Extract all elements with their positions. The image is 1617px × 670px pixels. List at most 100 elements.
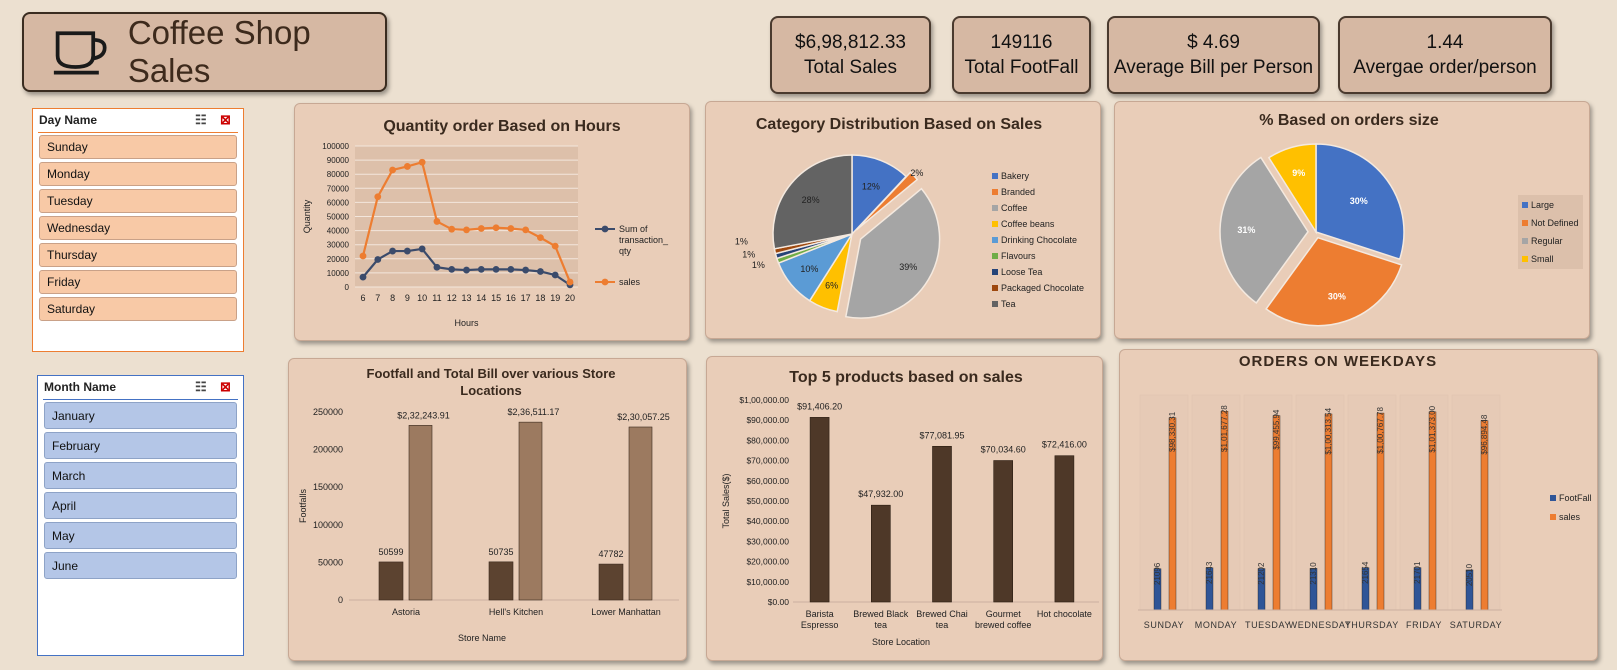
data-point [507, 225, 515, 232]
data-label: $91,406.20 [797, 401, 842, 411]
legend-swatch [992, 237, 998, 243]
legend-swatch [1522, 220, 1528, 226]
data-label: $99,455.94 [1272, 409, 1281, 450]
x-tick-label: 12 [447, 293, 457, 303]
slicer-item-january[interactable]: January [44, 402, 237, 429]
y-tick-label: 30000 [327, 241, 350, 250]
data-label: $1,00,767.78 [1376, 407, 1385, 454]
clear-filter-icon[interactable]: ⊠ [220, 379, 231, 395]
y-tick-label: $30,000.00 [746, 536, 789, 546]
clear-filter-icon[interactable]: ⊠ [220, 112, 231, 128]
x-tick-label: SUNDAY [1144, 620, 1184, 630]
x-tick-label: 14 [476, 293, 486, 303]
x-axis-label: Store Location [872, 637, 930, 647]
slicer-item-saturday[interactable]: Saturday [39, 297, 237, 321]
slicer-item-wednesday[interactable]: Wednesday [39, 216, 237, 240]
slicer-item-may[interactable]: May [44, 522, 237, 549]
legend-label: Drinking Chocolate [1001, 235, 1077, 245]
legend-swatch [1522, 256, 1528, 262]
data-label: 21701 [1413, 561, 1422, 584]
x-tick-label: Barista [806, 609, 834, 619]
slice-label: 10% [800, 264, 818, 274]
x-tick-label: 10 [417, 293, 427, 303]
y-tick-label: 100000 [313, 520, 343, 530]
slicer-item-april[interactable]: April [44, 492, 237, 519]
slice-label: 1% [735, 237, 748, 247]
slicer-item-tuesday[interactable]: Tuesday [39, 189, 237, 213]
y-axis-label: Quantity [302, 199, 312, 233]
x-tick-label: 9 [405, 293, 410, 303]
slicer-item-march[interactable]: March [44, 462, 237, 489]
stores-bar-chart: Footfall and Total Bill over various Sto… [298, 366, 679, 643]
y-tick-label: 80000 [327, 170, 350, 179]
data-label: 47782 [598, 549, 623, 559]
x-tick-label: 20 [565, 293, 575, 303]
y-tick-label: $0.00 [768, 597, 790, 607]
legend-label: Loose Tea [1001, 267, 1042, 277]
x-tick-label: WEDNESDAY [1289, 620, 1352, 630]
y-tick-label: 100000 [322, 142, 349, 151]
bar [809, 417, 830, 603]
data-point [463, 226, 470, 234]
data-point [374, 256, 382, 263]
x-tick-label: 7 [375, 293, 380, 303]
legend-swatch [992, 189, 998, 195]
legend-label: Small [1531, 254, 1554, 264]
x-tick-label: 18 [535, 293, 545, 303]
slicer-item-february[interactable]: February [44, 432, 237, 459]
y-tick-label: $50,000.00 [746, 496, 789, 506]
category-pie-chart: Category Distribution Based on Sales 12% 2… [735, 116, 1084, 319]
x-tick-label: Hell's Kitchen [489, 607, 543, 617]
slicer-item-june[interactable]: June [44, 552, 237, 579]
y-tick-label: $90,000.00 [746, 415, 789, 425]
data-label: $1,00,313.54 [1324, 407, 1333, 454]
data-label: $47,932.00 [858, 489, 903, 499]
x-tick-label: THURSDAY [1345, 620, 1399, 630]
legend-swatch [1522, 238, 1528, 244]
slicer-item-sunday[interactable]: Sunday [39, 135, 237, 159]
legend-label: FootFall [1559, 493, 1592, 503]
legend-label: sales [1559, 512, 1581, 522]
bar [628, 426, 653, 601]
chart-title: Footfall and Total Bill over various Sto… [367, 366, 616, 381]
data-point [522, 266, 530, 274]
data-point [507, 265, 515, 273]
y-tick-label: $60,000.00 [746, 476, 789, 486]
kpi-value: $6,98,812.33 [795, 32, 906, 53]
page-title: Coffee Shop Sales [127, 14, 311, 89]
bar [378, 561, 404, 601]
kpi-value: 1.44 [1426, 32, 1464, 53]
y-tick-label: $10,000.00 [746, 577, 789, 587]
x-tick-label: Brewed Black [853, 609, 909, 619]
products-bar-chart: Top 5 products based on sales $0.00 $10,00… [721, 369, 1099, 647]
slice-label: 1% [742, 250, 755, 260]
y-tick-label: 50000 [318, 557, 343, 567]
y-tick-label: 0 [345, 283, 350, 292]
data-label: 21310 [1309, 562, 1318, 585]
legend-label: Sum of [619, 224, 648, 234]
y-tick-label: 10000 [327, 269, 350, 278]
slicer-divider [38, 132, 238, 133]
slice-label: 2% [910, 168, 923, 178]
legend-label: Packaged Chocolate [1001, 283, 1084, 293]
category-band [1347, 394, 1397, 611]
slice-label: 30% [1350, 196, 1368, 206]
x-tick-label: SATURDAY [1450, 620, 1502, 630]
slicer-title: Day Name [39, 113, 98, 127]
multi-select-icon[interactable]: ☷ [195, 112, 207, 128]
x-axis-label: Hours [454, 318, 479, 328]
slice-label: 6% [825, 280, 838, 290]
slicer-item-friday[interactable]: Friday [39, 270, 237, 294]
day-name-slicer: Day Name ☷ ⊠ Sunday Monday Tuesday Wedne… [32, 108, 244, 352]
slice-label: 30% [1328, 291, 1346, 301]
kpi-label: Average Bill per Person [1113, 57, 1314, 78]
slicer-item-thursday[interactable]: Thursday [39, 243, 237, 267]
data-label: $70,034.60 [981, 445, 1026, 455]
y-axis-label: Total Sales($) [721, 473, 731, 528]
kpi-total-footfall: 149116 Total FootFall [952, 16, 1091, 94]
month-name-slicer: Month Name ☷ ⊠ January February March Ap… [37, 375, 244, 656]
multi-select-icon[interactable]: ☷ [195, 379, 207, 395]
slicer-item-monday[interactable]: Monday [39, 162, 237, 186]
x-tick-label: tea [936, 620, 949, 630]
legend-label: Not Defined [1531, 218, 1579, 228]
